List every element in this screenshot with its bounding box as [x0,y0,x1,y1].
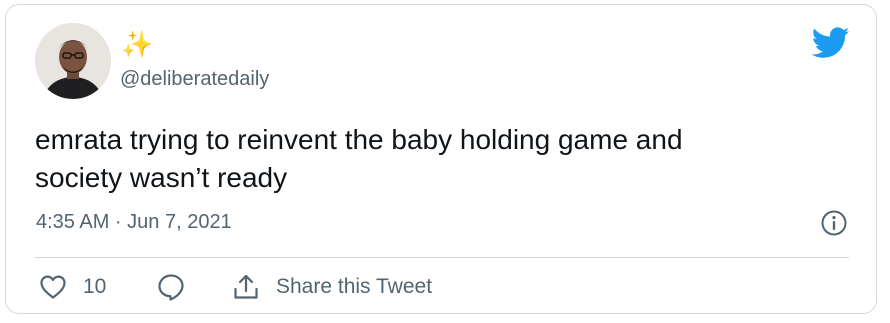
tweet-timestamp[interactable]: 4:35 AM · Jun 7, 2021 [36,209,232,235]
like-button[interactable]: 10 [39,267,106,307]
heart-icon [40,275,66,299]
like-count: 10 [83,275,107,298]
share-tweet-button[interactable]: Share this Tweet [231,267,432,307]
share-label: Share this Tweet [276,275,433,298]
speech-bubble-icon [158,274,184,301]
reply-button[interactable] [156,267,186,307]
twitter-bird-icon[interactable] [812,27,850,59]
avatar[interactable] [35,23,111,99]
info-icon[interactable] [820,209,848,237]
user-handle[interactable]: @deliberatedaily [120,66,269,92]
tweet-text-line: society wasn’t ready [35,162,288,193]
tweet-text-line: emrata trying to reinvent the baby holdi… [35,124,683,155]
tweet-card[interactable]: ✨ @deliberatedaily emrata trying to rein… [5,4,877,314]
share-upload-icon [234,274,258,299]
tweet-actions: 10 Share this Tweet [6,267,876,307]
display-name[interactable]: ✨ [121,29,153,59]
avatar-photo-icon [35,23,111,99]
tweet-text: emrata trying to reinvent the baby holdi… [35,121,835,197]
divider [35,257,849,258]
